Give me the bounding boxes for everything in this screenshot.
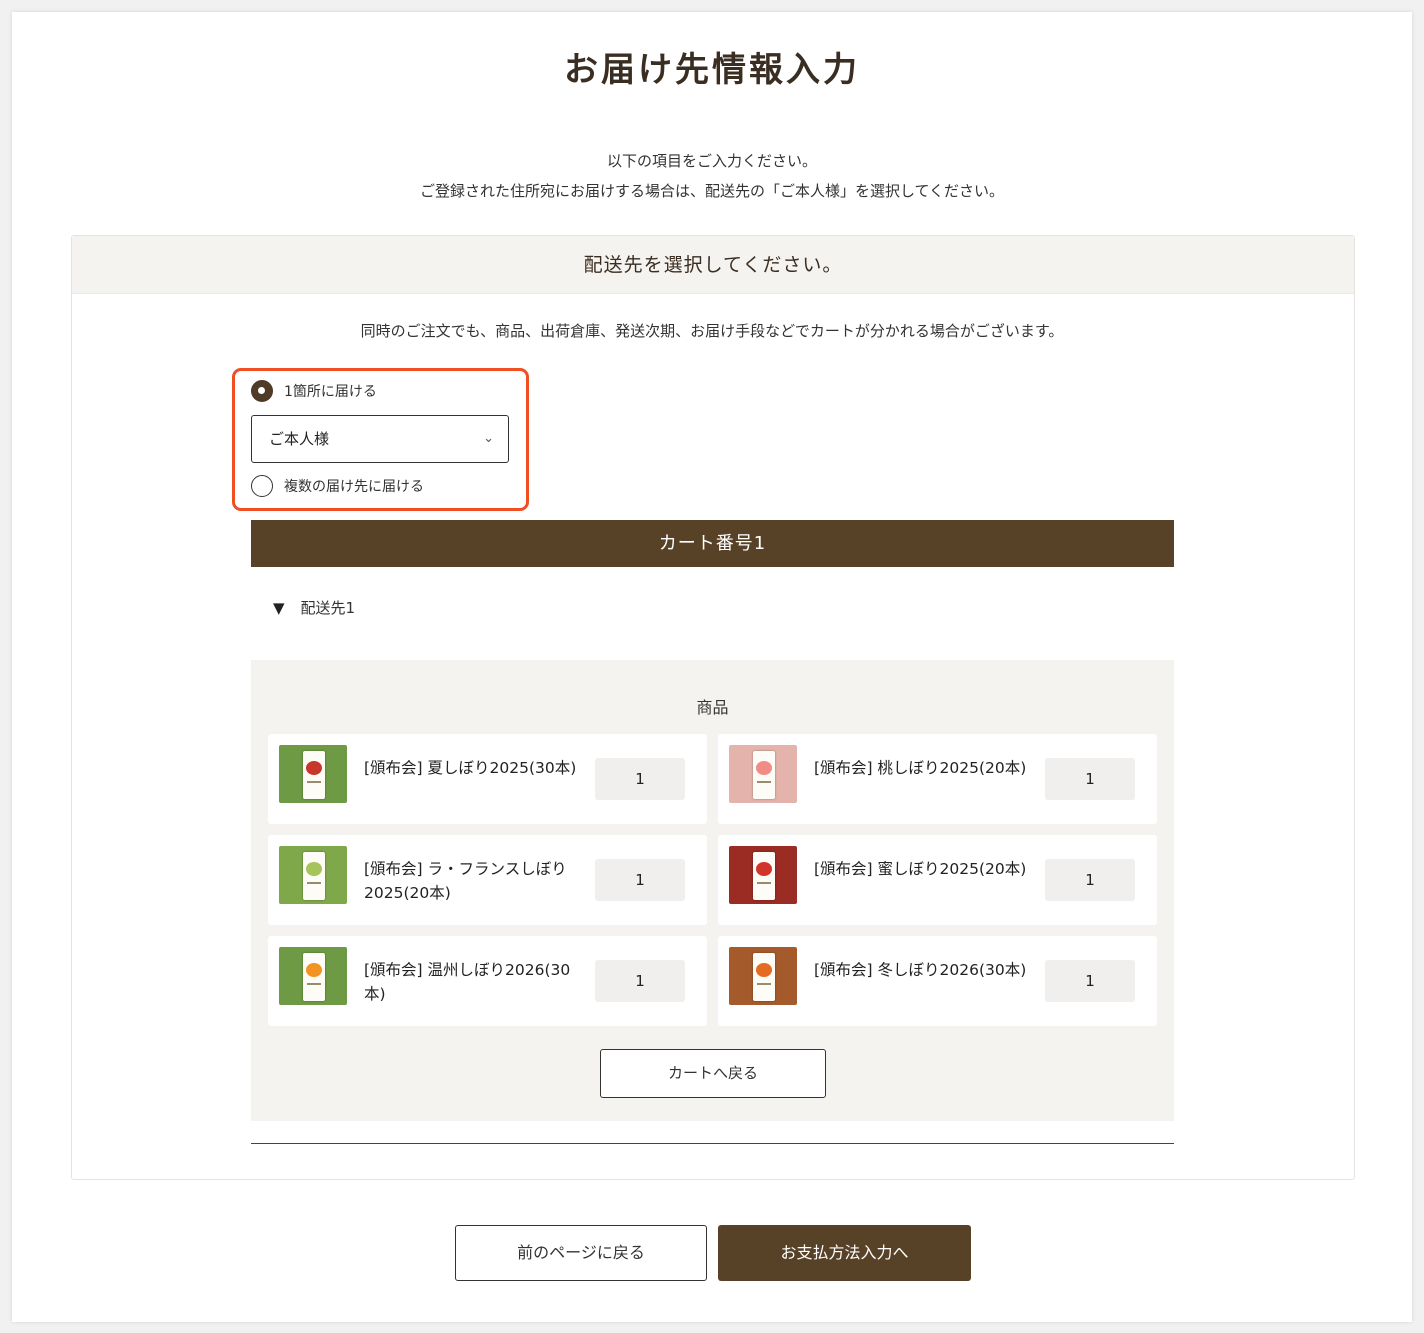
triangle-down-icon: ▼ [273, 598, 285, 617]
juice-can-image [753, 953, 775, 1001]
product-item: [頒布会] 冬しぼり2026(30本) 1 [718, 936, 1157, 1026]
radio-option-single[interactable]: 1箇所に届ける [251, 380, 377, 402]
product-name: [頒布会] ラ・フランスしぼり2025(20本) [364, 860, 567, 902]
juice-can-image [303, 751, 325, 799]
product-name: [頒布会] 冬しぼり2026(30本) [814, 961, 1027, 979]
product-thumbnail [729, 947, 797, 1005]
quantity-field[interactable]: 1 [595, 859, 685, 901]
quantity-field[interactable]: 1 [595, 758, 685, 800]
radio-label-multiple: 複数の届け先に届ける [284, 479, 424, 495]
product-item: [頒布会] 温州しぼり2026(30本) 1 [268, 936, 707, 1026]
recipient-select[interactable]: ご本人様 ⌄ [251, 415, 509, 463]
intro-line-2: ご登録された住所宛にお届けする場合は、配送先の「ご本人様」を選択してください。 [419, 182, 1005, 200]
product-thumbnail [729, 745, 797, 803]
radio-option-multiple[interactable]: 複数の届け先に届ける [251, 475, 424, 497]
juice-can-image [753, 852, 775, 900]
product-name: [頒布会] 桃しぼり2025(20本) [814, 759, 1027, 777]
product-thumbnail [729, 846, 797, 904]
quantity-field[interactable]: 1 [1045, 960, 1135, 1002]
cart-header: カート番号1 [251, 520, 1174, 567]
previous-page-button[interactable]: 前のページに戻る [455, 1225, 707, 1281]
product-item: [頒布会] 夏しぼり2025(30本) 1 [268, 734, 707, 824]
juice-can-image [303, 852, 325, 900]
radio-selected-icon[interactable] [251, 380, 273, 402]
juice-can-image [303, 953, 325, 1001]
panel-heading: 配送先を選択してください。 [72, 236, 1354, 294]
product-item: [頒布会] 蜜しぼり2025(20本) 1 [718, 835, 1157, 925]
juice-can-image [753, 751, 775, 799]
recipient-select-value: ご本人様 [269, 430, 330, 448]
panel-note: 同時のご注文でも、商品、出荷倉庫、発送次期、お届け手段などでカートが分かれる場合… [360, 322, 1064, 340]
product-thumbnail [279, 947, 347, 1005]
quantity-field[interactable]: 1 [1045, 859, 1135, 901]
next-payment-button[interactable]: お支払方法入力へ [718, 1225, 971, 1281]
radio-unselected-icon[interactable] [251, 475, 273, 497]
goods-heading: 商品 [696, 698, 729, 717]
quantity-field[interactable]: 1 [1045, 758, 1135, 800]
back-to-cart-button[interactable]: カートへ戻る [600, 1049, 826, 1098]
product-thumbnail [279, 846, 347, 904]
intro-line-1: 以下の項目をご入力ください。 [606, 152, 817, 170]
radio-label-single: 1箇所に届ける [284, 384, 377, 400]
product-item: [頒布会] ラ・フランスしぼり2025(20本) 1 [268, 835, 707, 925]
product-name: [頒布会] 蜜しぼり2025(20本) [814, 860, 1027, 878]
product-name: [頒布会] 夏しぼり2025(30本) [364, 759, 577, 777]
destination-toggle[interactable]: ▼ 配送先1 [273, 597, 355, 618]
product-item: [頒布会] 桃しぼり2025(20本) 1 [718, 734, 1157, 824]
product-thumbnail [279, 745, 347, 803]
chevron-down-icon: ⌄ [483, 431, 494, 446]
section-divider [251, 1143, 1174, 1144]
quantity-field[interactable]: 1 [595, 960, 685, 1002]
intro-text: 以下の項目をご入力ください。 ご登録された住所宛にお届けする場合は、配送先の「ご… [0, 146, 1424, 206]
product-name: [頒布会] 温州しぼり2026(30本) [364, 961, 571, 1003]
page-title: お届け先情報入力 [564, 50, 860, 90]
destination-label: 配送先1 [300, 599, 356, 617]
